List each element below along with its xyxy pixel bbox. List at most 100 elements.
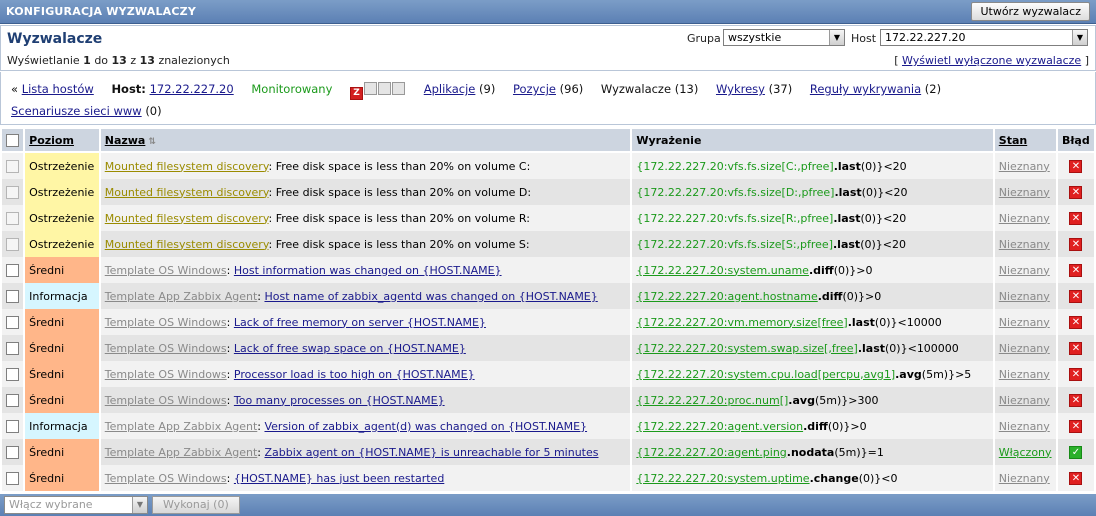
trigger-name-link[interactable]: Host name of zabbix_agentd was changed o…: [264, 290, 597, 303]
host-select[interactable]: 172.22.227.20 ▼: [880, 29, 1088, 46]
row-checkbox: [6, 185, 19, 199]
template-link[interactable]: Mounted filesystem discovery: [105, 212, 269, 225]
status-toggle-link[interactable]: Nieznany: [999, 290, 1050, 303]
row-checkbox[interactable]: [6, 471, 19, 485]
row-checkbox[interactable]: [6, 367, 19, 381]
error-icon[interactable]: ✕: [1069, 368, 1083, 381]
status-toggle-link[interactable]: Nieznany: [999, 160, 1050, 173]
expression-item-link[interactable]: {172.22.227.20:system.uptime: [636, 472, 809, 485]
header-panel: Wyzwalacze Wyświetlanie 1 do 13 z 13 zna…: [0, 25, 1096, 71]
group-select[interactable]: wszystkie ▼: [723, 29, 845, 46]
error-cell: ✕: [1057, 361, 1094, 387]
expression-item-link[interactable]: {172.22.227.20:vm.memory.size[free]: [636, 316, 847, 329]
trigger-name-link[interactable]: Too many processes on {HOST.NAME}: [234, 394, 445, 407]
error-icon[interactable]: ✕: [1069, 264, 1083, 277]
execute-button[interactable]: Wykonaj (0): [152, 496, 240, 514]
error-icon[interactable]: ✕: [1069, 420, 1083, 433]
show-disabled-link[interactable]: Wyświetl wyłączone wyzwalacze: [902, 54, 1081, 67]
table-row: Średni Template OS Windows: Lack of free …: [2, 335, 1094, 361]
expression-rest: (0)}>0: [827, 419, 867, 433]
status-toggle-link[interactable]: Włączony: [999, 446, 1052, 459]
error-icon[interactable]: ✕: [1069, 160, 1083, 173]
template-link[interactable]: Mounted filesystem discovery: [105, 238, 269, 251]
row-select-cell: [2, 465, 24, 491]
nav-graphs: Wykresy (37): [715, 82, 793, 96]
template-link[interactable]: Template OS Windows: [105, 394, 227, 407]
host-list-link[interactable]: Lista hostów: [22, 82, 94, 96]
expression-item-link[interactable]: {172.22.227.20:agent.hostname: [636, 290, 817, 303]
row-checkbox[interactable]: [6, 341, 19, 355]
error-icon[interactable]: ✕: [1069, 238, 1083, 251]
template-link[interactable]: Template OS Windows: [105, 472, 227, 485]
template-link[interactable]: Template OS Windows: [105, 368, 227, 381]
row-checkbox[interactable]: [6, 393, 19, 407]
row-checkbox[interactable]: [6, 315, 19, 329]
trigger-name-link[interactable]: Lack of free swap space on {HOST.NAME}: [234, 342, 466, 355]
discovery-rules-link[interactable]: Reguły wykrywania: [810, 82, 921, 96]
select-all-checkbox[interactable]: [6, 133, 19, 147]
status-toggle-link[interactable]: Nieznany: [999, 264, 1050, 277]
status-toggle-link[interactable]: Nieznany: [999, 238, 1050, 251]
expression-rest: (0)}<20: [861, 185, 908, 199]
template-link[interactable]: Template App Zabbix Agent: [105, 290, 258, 303]
sort-by-status[interactable]: Stan: [999, 134, 1027, 147]
expression-item-link[interactable]: {172.22.227.20:system.cpu.load[percpu,av…: [636, 368, 895, 381]
error-icon[interactable]: ✕: [1069, 394, 1083, 407]
status-toggle-link[interactable]: Nieznany: [999, 186, 1050, 199]
trigger-name-link[interactable]: {HOST.NAME} has just been restarted: [234, 472, 444, 485]
mass-action-select[interactable]: Włącz wybrane ▼: [4, 496, 148, 514]
sort-by-severity[interactable]: Poziom: [29, 134, 74, 147]
status-toggle-link[interactable]: Nieznany: [999, 342, 1050, 355]
status-toggle-link[interactable]: Nieznany: [999, 212, 1050, 225]
row-checkbox[interactable]: [6, 419, 19, 433]
trigger-name-link[interactable]: Version of zabbix_agent(d) was changed o…: [264, 420, 587, 433]
trigger-name-link[interactable]: Processor load is too high on {HOST.NAME…: [234, 368, 475, 381]
host-name-link[interactable]: 172.22.227.20: [150, 82, 234, 96]
status-toggle-link[interactable]: Nieznany: [999, 316, 1050, 329]
trigger-name-link[interactable]: Zabbix agent on {HOST.NAME} is unreachab…: [264, 446, 598, 459]
trigger-name-link[interactable]: Lack of free memory on server {HOST.NAME…: [234, 316, 486, 329]
name-cell: Template OS Windows: Too many processes …: [100, 387, 631, 413]
applications-link[interactable]: Aplikacje: [424, 82, 476, 96]
status-cell: Nieznany: [994, 335, 1056, 361]
row-select-cell: [2, 335, 24, 361]
trigger-name-link[interactable]: Host information was changed on {HOST.NA…: [234, 264, 502, 277]
name-cell: Mounted filesystem discovery: Free disk …: [100, 231, 631, 257]
status-toggle-link[interactable]: Nieznany: [999, 420, 1050, 433]
create-trigger-button[interactable]: Utwórz wyzwalacz: [971, 2, 1090, 21]
expression-item-link[interactable]: {172.22.227.20:agent.version: [636, 420, 803, 433]
row-checkbox[interactable]: [6, 289, 19, 303]
expression-rest: (5m)}>300: [814, 393, 879, 407]
expression-rest: (0)}>0: [833, 263, 873, 277]
status-toggle-link[interactable]: Nieznany: [999, 368, 1050, 381]
web-scenarios-link[interactable]: Scenariusze sieci www: [11, 104, 142, 118]
status-toggle-link[interactable]: Nieznany: [999, 394, 1050, 407]
template-link[interactable]: Template OS Windows: [105, 264, 227, 277]
nav-applications: Aplikacje (9): [423, 82, 496, 96]
expression-item-link[interactable]: {172.22.227.20:agent.ping: [636, 446, 786, 459]
error-icon[interactable]: ✕: [1069, 316, 1083, 329]
items-link[interactable]: Pozycje: [513, 82, 556, 96]
template-link[interactable]: Template OS Windows: [105, 342, 227, 355]
template-link[interactable]: Mounted filesystem discovery: [105, 160, 269, 173]
template-link[interactable]: Template App Zabbix Agent: [105, 420, 258, 433]
error-cell: ✕: [1057, 153, 1094, 179]
error-icon[interactable]: ✕: [1069, 472, 1083, 485]
row-checkbox[interactable]: [6, 263, 19, 277]
error-icon[interactable]: ✕: [1069, 186, 1083, 199]
row-checkbox[interactable]: [6, 445, 19, 459]
template-link[interactable]: Template OS Windows: [105, 316, 227, 329]
expression-item-link[interactable]: {172.22.227.20:proc.num[]: [636, 394, 788, 407]
status-toggle-link[interactable]: Nieznany: [999, 472, 1050, 485]
template-link[interactable]: Mounted filesystem discovery: [105, 186, 269, 199]
expression-item-link[interactable]: {172.22.227.20:system.uname: [636, 264, 809, 277]
sort-by-name[interactable]: Nazwa: [105, 134, 146, 147]
template-link[interactable]: Template App Zabbix Agent: [105, 446, 258, 459]
expression-item-link[interactable]: {172.22.227.20:system.swap.size[,free]: [636, 342, 858, 355]
error-icon[interactable]: ✕: [1069, 342, 1083, 355]
error-icon[interactable]: ✕: [1069, 290, 1083, 303]
error-icon[interactable]: ✕: [1069, 212, 1083, 225]
graphs-link[interactable]: Wykresy: [716, 82, 765, 96]
table-row: Średni Template OS Windows: {HOST.NAME} h…: [2, 465, 1094, 491]
host-label: Host: [851, 32, 877, 45]
